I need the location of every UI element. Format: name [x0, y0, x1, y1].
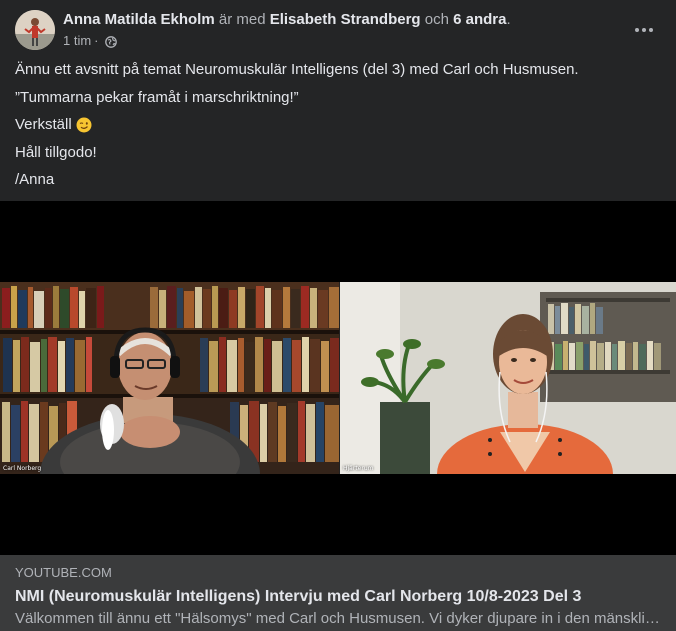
more-options-button[interactable]: [626, 12, 662, 48]
meta-separator: ·: [94, 33, 99, 48]
author-line: Anna Matilda Ekholm är med Elisabeth Str…: [63, 10, 511, 29]
video-pane-right: Hjärterum: [340, 282, 676, 474]
avatar[interactable]: [15, 10, 55, 50]
author-name[interactable]: Anna Matilda Ekholm: [63, 11, 215, 28]
avatar-image: [15, 10, 55, 50]
link-domain: YOUTUBE.COM: [15, 565, 112, 580]
office-scene-image: [340, 282, 676, 474]
post-line: Ännu ett avsnitt på temat Neuromuskulär …: [15, 61, 579, 78]
post-meta: 1 tim ·: [63, 32, 117, 49]
video-thumbnail[interactable]: Carl Norberg Hjärterum: [0, 201, 676, 555]
post-line: Håll tillgodo!: [15, 143, 97, 161]
video-pane-left: Carl Norberg: [0, 282, 339, 474]
winking-face-emoji-icon: [76, 117, 92, 133]
link-preview[interactable]: YOUTUBE.COM NMI (Neuromuskulär Intellige…: [0, 555, 676, 631]
with-text: är med: [218, 11, 266, 28]
post-text: Ännu ett avsnitt på temat Neuromuskulär …: [15, 58, 661, 196]
post-line-text: Verkställ: [15, 116, 72, 133]
post-card: Anna Matilda Ekholm är med Elisabeth Str…: [0, 0, 676, 631]
link-description: Välkommen till ännu ett "Hälsomys" med C…: [15, 610, 661, 627]
post-header: Anna Matilda Ekholm är med Elisabeth Str…: [0, 0, 676, 58]
post-line: ”Tummarna pekar framåt i marschriktning!…: [15, 88, 299, 106]
globe-icon[interactable]: [104, 35, 117, 48]
bookshelf-scene-image: [0, 282, 339, 474]
left-participant-name: Carl Norberg: [3, 465, 42, 472]
post-line: Verkställ: [15, 113, 661, 141]
tagged-person[interactable]: Elisabeth Strandberg: [270, 11, 421, 28]
and-text: och: [424, 11, 449, 28]
more-options-icon: [635, 28, 653, 32]
link-title[interactable]: NMI (Neuromuskulär Intelligens) Intervju…: [15, 587, 661, 607]
period: .: [506, 11, 511, 28]
right-participant-name: Hjärterum: [343, 465, 374, 472]
video-frame: Carl Norberg Hjärterum: [0, 282, 676, 474]
tagged-others-link[interactable]: 6 andra: [453, 11, 506, 28]
post-line: /Anna: [15, 171, 55, 188]
post-time[interactable]: 1 tim: [63, 32, 91, 49]
